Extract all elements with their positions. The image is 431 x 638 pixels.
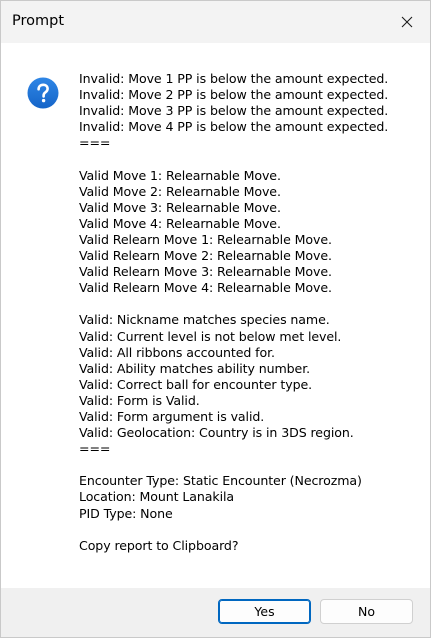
prompt-dialog: Prompt Invalid: Move 1 PP is below the a… <box>0 0 431 638</box>
yes-button[interactable]: Yes <box>218 599 311 624</box>
close-icon <box>401 16 413 28</box>
no-button[interactable]: No <box>320 599 413 624</box>
close-button[interactable] <box>384 1 430 43</box>
dialog-body: Invalid: Move 1 PP is below the amount e… <box>1 43 430 588</box>
title-bar: Prompt <box>1 1 430 43</box>
window-title: Prompt <box>12 13 65 29</box>
report-message: Invalid: Move 1 PP is below the amount e… <box>79 71 389 553</box>
button-bar: Yes No <box>1 588 430 637</box>
question-icon <box>27 77 59 109</box>
